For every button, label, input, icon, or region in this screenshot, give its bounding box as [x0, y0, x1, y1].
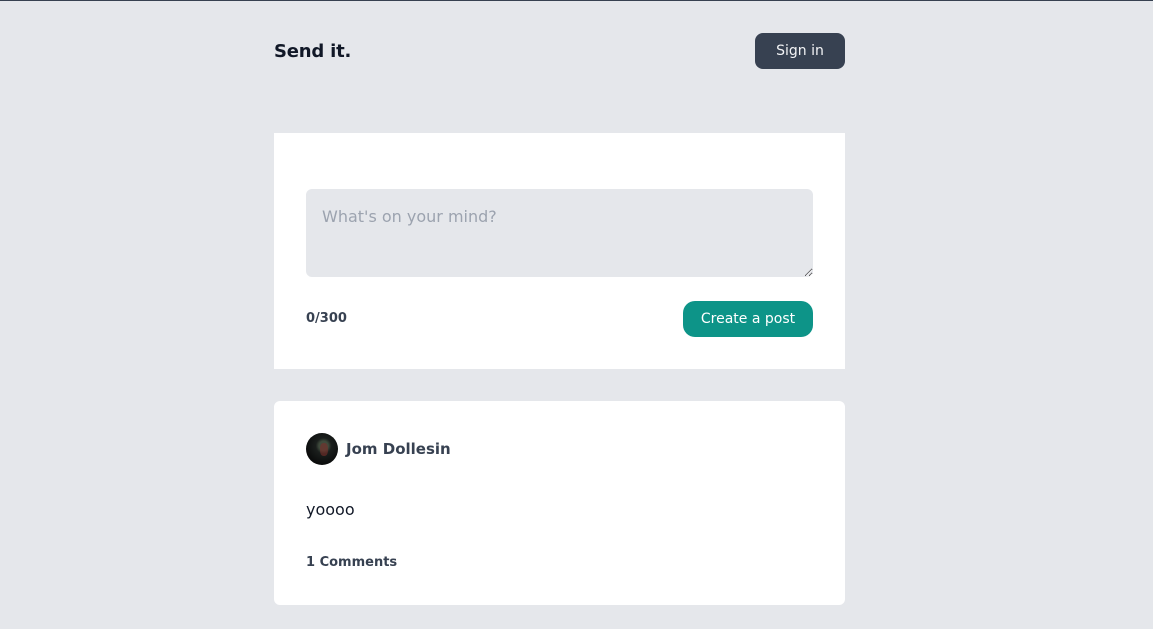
- post-textarea[interactable]: [306, 189, 813, 277]
- comments-link[interactable]: 1 Comments: [306, 555, 397, 570]
- site-header: Send it. Sign in: [274, 33, 845, 69]
- brand-title: Send it.: [274, 41, 352, 62]
- post-author[interactable]: Jom Dollesin: [346, 440, 451, 458]
- sign-in-button[interactable]: Sign in: [755, 33, 845, 69]
- post-composer: 0/300 Create a post: [274, 133, 845, 369]
- top-border: [0, 0, 1153, 1]
- create-post-button[interactable]: Create a post: [683, 301, 813, 337]
- post-card: Jom Dollesin yoooo 1 Comments: [274, 401, 845, 605]
- post-content: yoooo: [306, 500, 355, 519]
- avatar[interactable]: [306, 433, 338, 465]
- character-counter: 0/300: [306, 311, 347, 326]
